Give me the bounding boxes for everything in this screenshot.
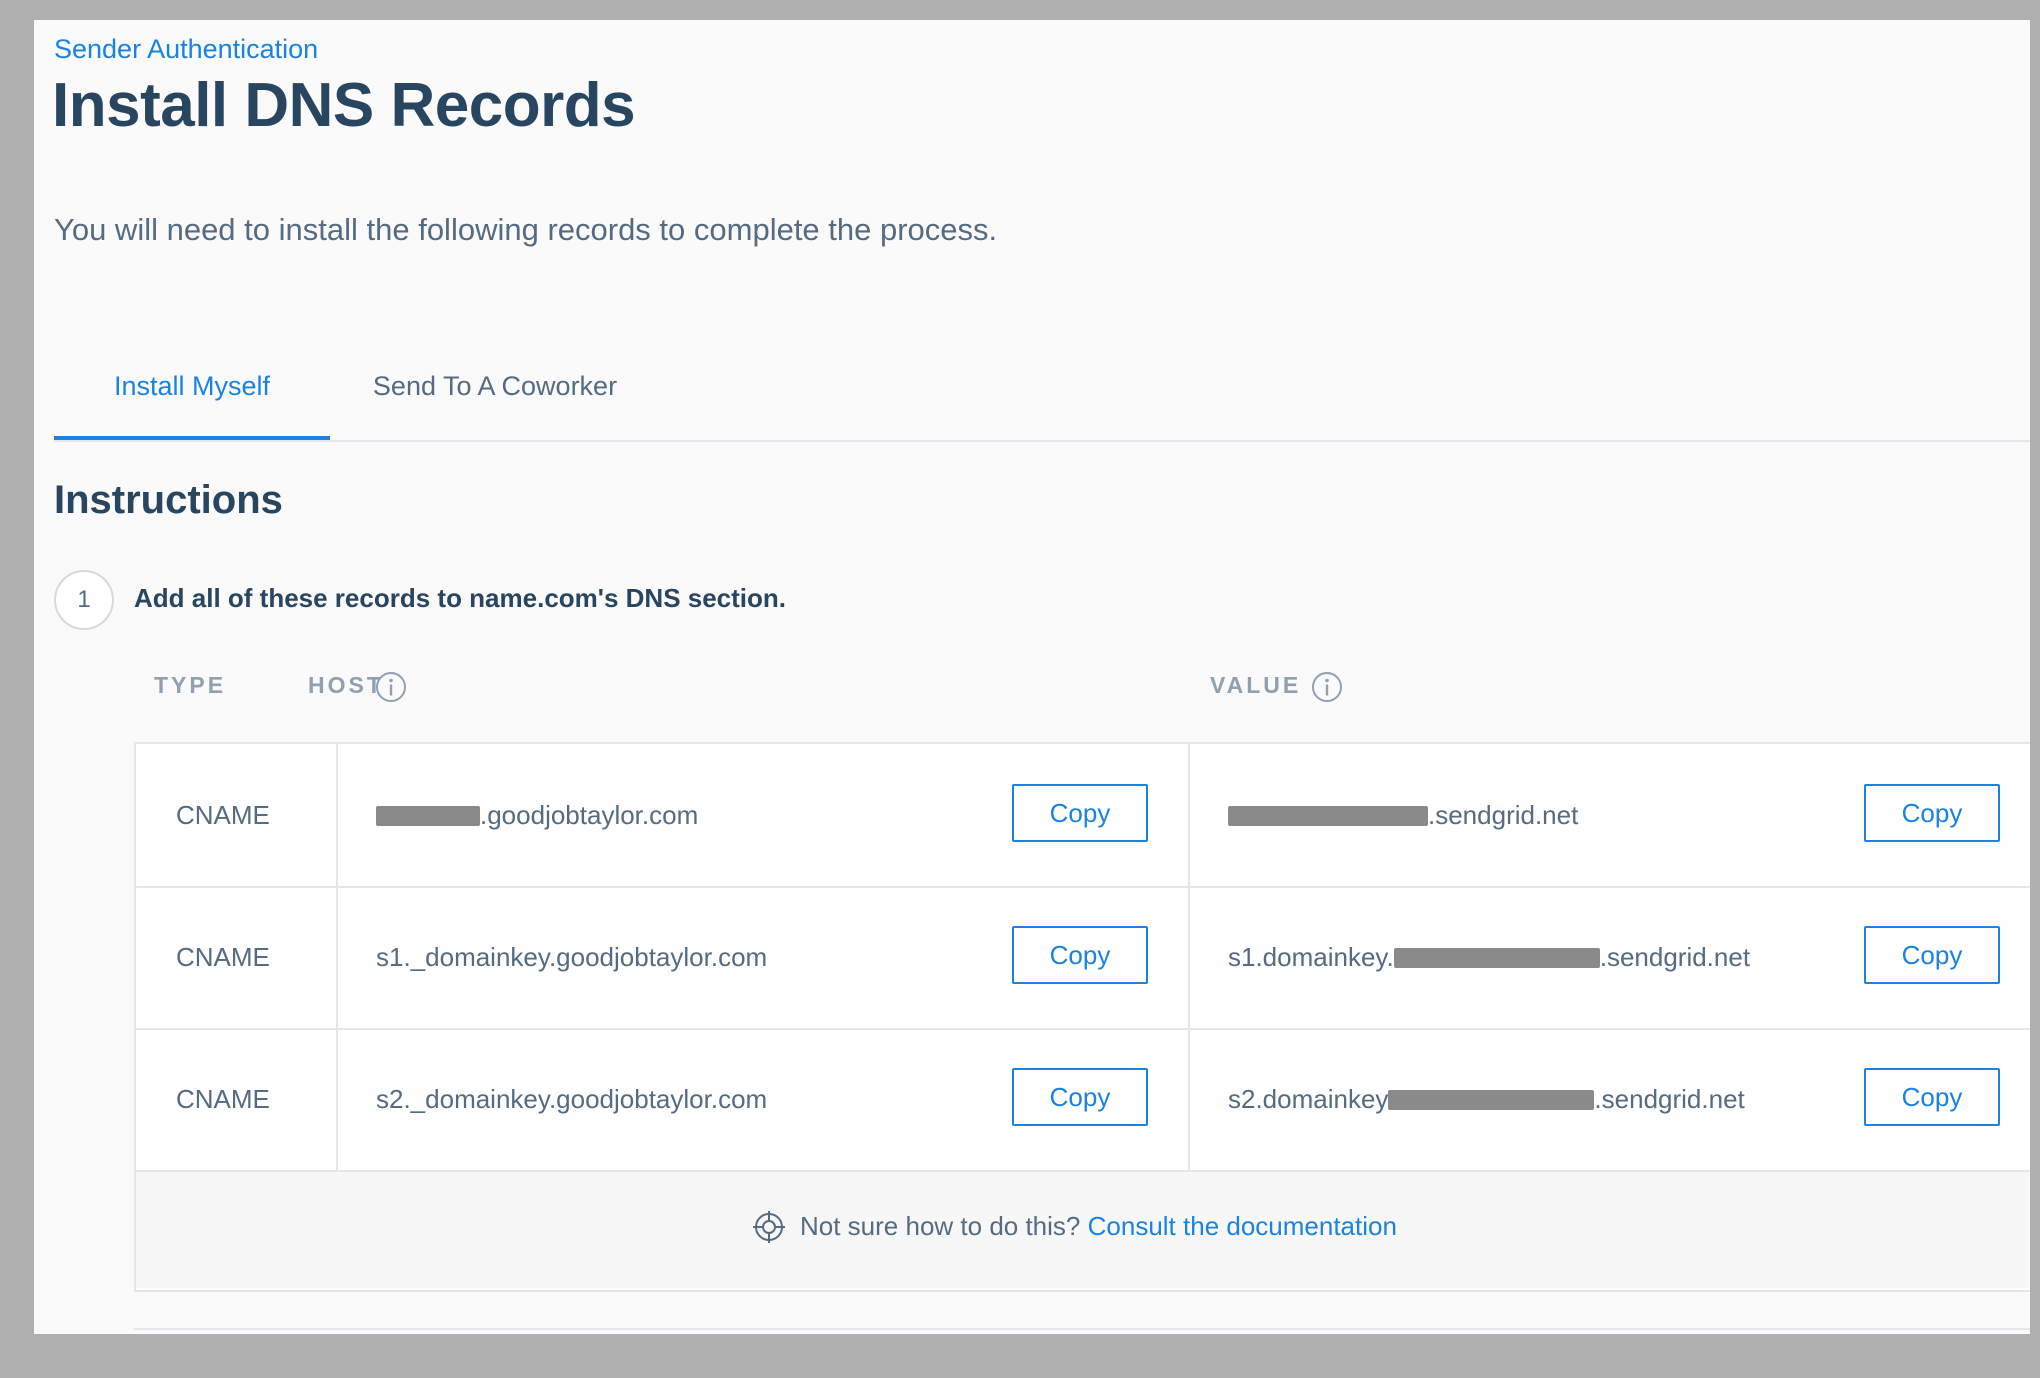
lifebuoy-icon: [753, 1211, 785, 1243]
help-text: Not sure how to do this?: [800, 1211, 1081, 1241]
copy-value-button[interactable]: Copy: [1864, 1068, 2000, 1126]
dns-records-table: CNAME .goodjobtaylor.com Copy .sendgrid.…: [134, 742, 2030, 1292]
copy-value-button[interactable]: Copy: [1864, 926, 2000, 984]
tab-send-to-coworker[interactable]: Send To A Coworker: [330, 332, 660, 438]
column-divider: [336, 744, 338, 886]
record-type: CNAME: [176, 1084, 270, 1114]
instructions-heading: Instructions: [54, 478, 283, 522]
value-text: .sendgrid.net: [1594, 1084, 1745, 1114]
record-value: s1.domainkey. .sendgrid.net: [1228, 886, 1750, 1028]
documentation-link[interactable]: Consult the documentation: [1088, 1211, 1397, 1241]
column-divider: [1188, 744, 1190, 886]
column-divider: [1188, 886, 1190, 1028]
table-row: CNAME s2._domainkey.goodjobtaylor.com Co…: [136, 1028, 2030, 1172]
value-text: s1.domainkey.: [1228, 942, 1394, 972]
record-host: s2._domainkey.goodjobtaylor.com: [376, 1028, 767, 1170]
tab-bar: Install Myself Send To A Coworker: [54, 332, 2030, 442]
redacted-block: [376, 806, 480, 826]
column-header-value: VALUE: [1210, 672, 1302, 698]
value-text: .sendgrid.net: [1599, 942, 1751, 972]
column-divider: [1188, 1028, 1190, 1170]
redacted-block: [1393, 948, 1600, 968]
record-value: .sendgrid.net: [1228, 744, 1578, 886]
help-message: Not sure how to do this? Consult the doc…: [752, 1210, 1397, 1244]
record-type: CNAME: [176, 800, 270, 830]
tab-install-myself[interactable]: Install Myself: [54, 332, 330, 440]
step-number-badge: 1: [54, 570, 114, 630]
table-row: CNAME .goodjobtaylor.com Copy .sendgrid.…: [136, 744, 2030, 888]
copy-host-button[interactable]: Copy: [1012, 1068, 1148, 1126]
record-value: s2.domainkey .sendgrid.net: [1228, 1028, 1745, 1170]
column-divider: [336, 1028, 338, 1170]
value-text: s2.domainkey: [1228, 1084, 1389, 1114]
page: Sender Authentication Install DNS Record…: [34, 20, 2030, 1334]
redacted-block: [1388, 1090, 1595, 1110]
divider: [134, 1328, 2030, 1330]
record-host: s1._domainkey.goodjobtaylor.com: [376, 886, 767, 1028]
host-text: s2._domainkey.goodjobtaylor.com: [376, 1084, 768, 1114]
host-text: s1._domainkey.goodjobtaylor.com: [376, 942, 768, 972]
host-text: .goodjobtaylor.com: [480, 800, 699, 830]
step-text: Add all of these records to name.com's D…: [134, 583, 787, 613]
copy-host-button[interactable]: Copy: [1012, 926, 1148, 984]
copy-host-button[interactable]: Copy: [1012, 784, 1148, 842]
value-info-icon[interactable]: [1310, 670, 1344, 704]
intro-text: You will need to install the following r…: [54, 212, 998, 247]
table-row: CNAME s1._domainkey.goodjobtaylor.com Co…: [136, 886, 2030, 1030]
record-type: CNAME: [176, 942, 270, 972]
column-header-type: TYPE: [154, 672, 227, 698]
copy-value-button[interactable]: Copy: [1864, 784, 2000, 842]
record-host: .goodjobtaylor.com: [376, 744, 698, 886]
column-divider: [336, 886, 338, 1028]
column-header-host: HOST: [308, 672, 384, 698]
page-title: Install DNS Records: [52, 71, 636, 140]
help-row: Not sure how to do this? Consult the doc…: [136, 1172, 2030, 1288]
redacted-block: [1228, 806, 1428, 826]
host-info-icon[interactable]: [374, 670, 408, 704]
breadcrumb-link[interactable]: Sender Authentication: [54, 34, 318, 65]
value-text: .sendgrid.net: [1428, 800, 1579, 830]
